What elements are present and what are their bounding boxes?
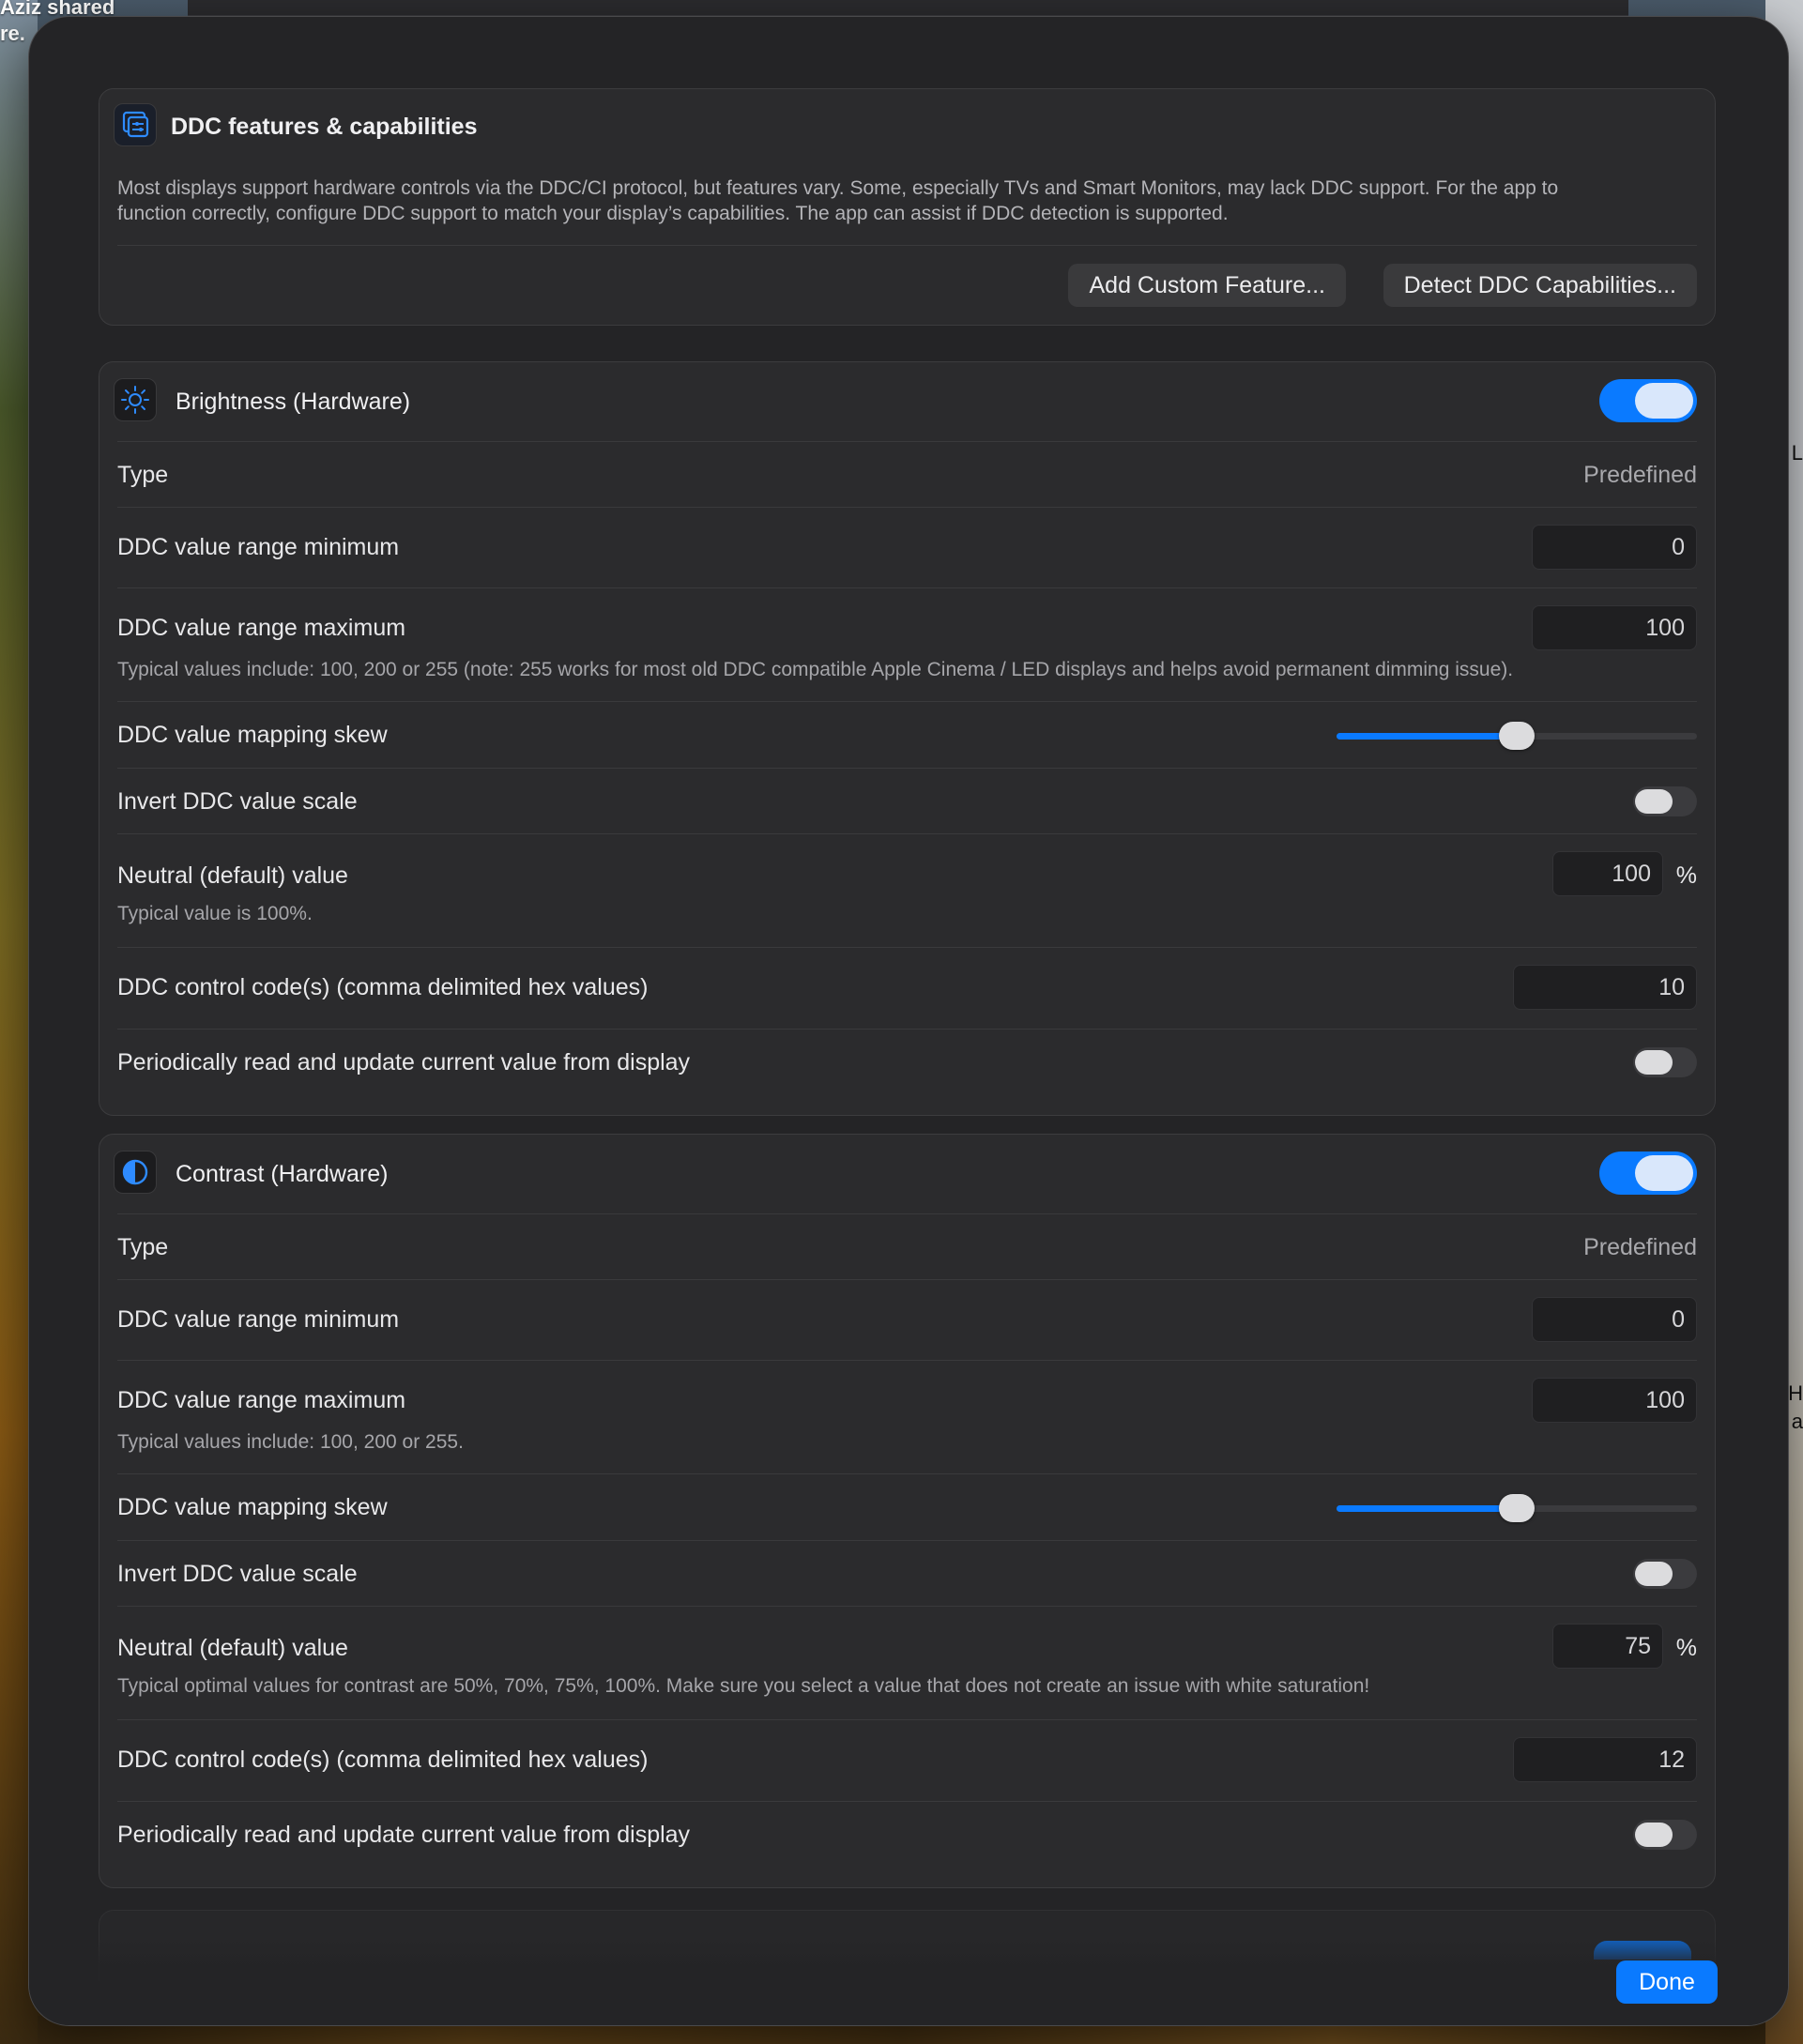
max-note: Typical values include: 100, 200 or 255 … xyxy=(117,659,1514,680)
background-glyph: H xyxy=(1788,1381,1803,1405)
brightness-type-row: Type Predefined xyxy=(117,441,1697,508)
toggle-knob xyxy=(1635,1155,1693,1191)
contrast-invert-toggle[interactable] xyxy=(1633,1559,1697,1589)
brightness-card: Brightness (Hardware) Type Predefined DD… xyxy=(99,361,1716,1116)
contrast-max-field[interactable]: 100 xyxy=(1532,1378,1697,1423)
neutral-note: Typical value is 100%. xyxy=(117,903,313,924)
max-label: DDC value range maximum xyxy=(117,1387,406,1413)
min-label: DDC value range minimum xyxy=(117,534,400,560)
toggle-knob xyxy=(1635,383,1693,419)
periodic-label: Periodically read and update current val… xyxy=(117,1822,691,1848)
max-label: DDC value range maximum xyxy=(117,615,406,641)
contrast-periodic-row: Periodically read and update current val… xyxy=(117,1801,1697,1868)
contrast-enable-toggle[interactable] xyxy=(1599,1152,1697,1195)
contrast-min-row: DDC value range minimum 0 xyxy=(117,1279,1697,1361)
background-glyph: L xyxy=(1791,441,1803,465)
background-glyph: a xyxy=(1791,1410,1803,1433)
neutral-note: Typical optimal values for contrast are … xyxy=(117,1675,1370,1697)
brightness-max-field[interactable]: 100 xyxy=(1532,605,1697,650)
add-custom-feature-button[interactable]: Add Custom Feature... xyxy=(1068,264,1346,307)
toggle-knob xyxy=(1635,1562,1673,1586)
contrast-max-row: DDC value range maximum 100 Typical valu… xyxy=(117,1360,1697,1474)
scroll-area[interactable]: DDC features & capabilities Most display… xyxy=(29,17,1788,2025)
ddc-features-title: DDC features & capabilities xyxy=(171,114,478,140)
brightness-min-row: DDC value range minimum 0 xyxy=(117,507,1697,588)
neutral-label: Neutral (default) value xyxy=(117,862,348,889)
brightness-skew-slider[interactable] xyxy=(1337,722,1697,750)
slider-fill xyxy=(1337,1505,1517,1512)
invert-label: Invert DDC value scale xyxy=(117,788,358,815)
brightness-periodic-row: Periodically read and update current val… xyxy=(117,1029,1697,1095)
type-value: Predefined xyxy=(1583,462,1697,488)
done-button[interactable]: Done xyxy=(1616,1960,1718,2004)
toggle-knob xyxy=(1635,789,1673,814)
contrast-neutral-field[interactable]: 75 xyxy=(1552,1624,1663,1669)
brightness-neutral-row: Neutral (default) value 100 % Typical va… xyxy=(117,833,1697,948)
contrast-card: Contrast (Hardware) Type Predefined DDC … xyxy=(99,1134,1716,1888)
ddc-features-card: DDC features & capabilities Most display… xyxy=(99,88,1716,326)
min-label: DDC value range minimum xyxy=(117,1306,400,1333)
background-window-edge xyxy=(188,0,1628,16)
contrast-periodic-toggle[interactable] xyxy=(1633,1820,1697,1850)
contrast-skew-row: DDC value mapping skew xyxy=(117,1473,1697,1541)
ddc-settings-sheet: DDC features & capabilities Most display… xyxy=(28,16,1789,2026)
brightness-codes-row: DDC control code(s) (comma delimited hex… xyxy=(117,947,1697,1030)
type-label: Type xyxy=(117,1234,169,1260)
ddc-features-icon xyxy=(114,103,157,146)
skew-label: DDC value mapping skew xyxy=(117,1494,388,1520)
contrast-title: Contrast (Hardware) xyxy=(176,1161,389,1187)
contrast-codes-row: DDC control code(s) (comma delimited hex… xyxy=(117,1719,1697,1802)
percent-unit: % xyxy=(1675,862,1697,889)
ddc-features-description: Most displays support hardware controls … xyxy=(117,177,1559,224)
contrast-skew-slider[interactable] xyxy=(1337,1494,1697,1522)
contrast-neutral-row: Neutral (default) value 75 % Typical opt… xyxy=(117,1606,1697,1720)
max-note: Typical values include: 100, 200 or 255. xyxy=(117,1431,464,1453)
percent-unit: % xyxy=(1675,1635,1697,1661)
brightness-enable-toggle[interactable] xyxy=(1599,379,1697,422)
brightness-skew-row: DDC value mapping skew xyxy=(117,701,1697,769)
ddc-features-actions: Add Custom Feature... Detect DDC Capabil… xyxy=(117,245,1697,321)
slider-thumb[interactable] xyxy=(1499,722,1535,750)
toggle-knob xyxy=(1635,1050,1673,1075)
slider-thumb[interactable] xyxy=(1499,1494,1535,1522)
brightness-max-row: DDC value range maximum 100 Typical valu… xyxy=(117,587,1697,702)
brightness-codes-field[interactable]: 10 xyxy=(1513,965,1697,1010)
invert-label: Invert DDC value scale xyxy=(117,1561,358,1587)
brightness-periodic-toggle[interactable] xyxy=(1633,1047,1697,1077)
brightness-min-field[interactable]: 0 xyxy=(1532,525,1697,570)
contrast-codes-field[interactable]: 12 xyxy=(1513,1737,1697,1782)
codes-label: DDC control code(s) (comma delimited hex… xyxy=(117,1747,649,1773)
neutral-label: Neutral (default) value xyxy=(117,1635,348,1661)
periodic-label: Periodically read and update current val… xyxy=(117,1049,691,1075)
toggle-knob xyxy=(1635,1823,1673,1847)
detect-ddc-capabilities-button[interactable]: Detect DDC Capabilities... xyxy=(1383,264,1697,307)
type-label: Type xyxy=(117,462,169,488)
footer-fade xyxy=(29,1939,1788,2025)
contrast-min-field[interactable]: 0 xyxy=(1532,1297,1697,1342)
contrast-invert-row: Invert DDC value scale xyxy=(117,1540,1697,1607)
brightness-title: Brightness (Hardware) xyxy=(176,389,411,415)
slider-fill xyxy=(1337,733,1517,740)
brightness-invert-row: Invert DDC value scale xyxy=(117,768,1697,834)
sun-icon xyxy=(114,378,157,421)
codes-label: DDC control code(s) (comma delimited hex… xyxy=(117,974,649,1000)
contrast-icon xyxy=(114,1151,157,1194)
type-value: Predefined xyxy=(1583,1234,1697,1260)
skew-label: DDC value mapping skew xyxy=(117,722,388,748)
contrast-type-row: Type Predefined xyxy=(117,1213,1697,1280)
brightness-neutral-field[interactable]: 100 xyxy=(1552,851,1663,896)
brightness-invert-toggle[interactable] xyxy=(1633,786,1697,816)
